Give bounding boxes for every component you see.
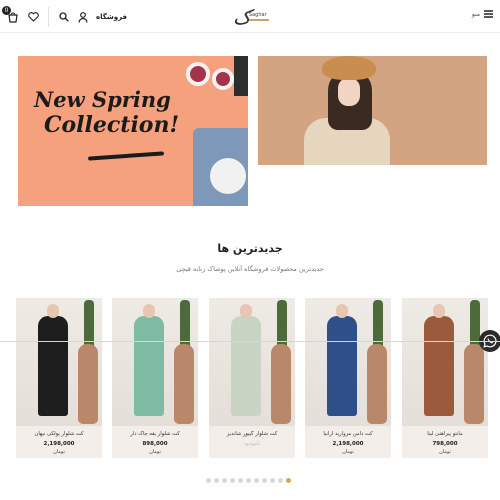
carousel-dot[interactable]	[246, 478, 251, 483]
account-button[interactable]	[77, 11, 89, 23]
model-head	[47, 304, 59, 318]
site-logo[interactable]: ک Saghar	[233, 3, 271, 31]
heart-icon	[27, 12, 39, 22]
model-figure	[424, 316, 454, 416]
product-name[interactable]: کت شلوار گیپور شاندیز	[209, 431, 295, 438]
whatsapp-guide-line	[0, 341, 500, 342]
carousel-pagination[interactable]	[206, 478, 291, 483]
product-currency: تومان	[53, 449, 65, 455]
product-card[interactable]: مانتو پیراهنی لینا 798,000 تومان	[402, 298, 488, 458]
product-card[interactable]: کت شلوار پولکی نیهان 2,198,000 تومان	[16, 298, 102, 458]
vase-decor	[367, 344, 387, 424]
product-currency: تومان	[439, 449, 451, 455]
site-header: 0 فروشگاه ک Saghar منو	[0, 0, 500, 33]
carousel-dot[interactable]	[206, 478, 211, 483]
carousel-dot[interactable]	[254, 478, 259, 483]
logo-name: Saghar	[248, 11, 267, 18]
model-head	[433, 304, 445, 318]
product-image[interactable]	[209, 298, 295, 426]
product-info: کت شلوار گیپور شاندیز ناموجود	[209, 426, 295, 458]
carousel-dot[interactable]	[214, 478, 219, 483]
header-actions: 0 فروشگاه	[2, 6, 127, 27]
menu-toggle[interactable]: منو	[472, 10, 493, 18]
banner-underline-stroke	[87, 151, 165, 161]
product-price: 798,000	[432, 441, 458, 447]
vase-decor	[174, 344, 194, 424]
banner-headline-line2: Collection!	[44, 112, 180, 138]
product-image[interactable]	[16, 298, 102, 426]
product-currency: تومان	[342, 449, 354, 455]
product-carousel[interactable]: مانتو پیراهنی لینا 798,000 تومان کت دامن…	[16, 298, 488, 468]
product-card[interactable]: کت دامن مروارید آرانیا 2,198,000 تومان	[305, 298, 391, 458]
shop-link[interactable]: فروشگاه	[96, 13, 127, 21]
carousel-dot[interactable]	[238, 478, 243, 483]
header-separator	[48, 7, 49, 27]
model-banner[interactable]	[258, 56, 487, 165]
product-name[interactable]: کت شلوار یقه چاک دار	[112, 431, 198, 438]
vase-decor	[464, 344, 484, 424]
model-head	[143, 304, 155, 318]
cart-count-badge: 0	[2, 6, 11, 15]
sunglasses-lens-left	[186, 62, 210, 86]
product-currency: تومان	[149, 449, 161, 455]
cart-button[interactable]: 0	[2, 6, 20, 24]
section-title: جدیدترین ها	[217, 242, 283, 255]
product-info: مانتو پیراهنی لینا 798,000 تومان	[402, 426, 488, 458]
model-figure	[134, 316, 164, 416]
user-icon	[78, 11, 88, 23]
product-image[interactable]	[305, 298, 391, 426]
logo-underline	[248, 19, 269, 22]
product-image[interactable]	[112, 298, 198, 426]
vase-decor	[271, 344, 291, 424]
vase-decor	[78, 344, 98, 424]
product-name[interactable]: کت شلوار پولکی نیهان	[16, 431, 102, 438]
carousel-dot[interactable]	[230, 478, 235, 483]
spring-collection-banner[interactable]: New Spring Collection!	[18, 56, 248, 206]
model-face	[338, 78, 360, 106]
model-head	[240, 304, 252, 318]
product-image[interactable]	[402, 298, 488, 426]
model-figure	[327, 316, 357, 416]
wishlist-button[interactable]	[27, 11, 39, 23]
banner-headline-line1: New Spring	[34, 87, 171, 112]
search-icon	[59, 12, 69, 22]
banner-hat-image	[210, 158, 246, 194]
carousel-dot[interactable]	[270, 478, 275, 483]
hamburger-menu-icon	[484, 10, 493, 18]
product-price: 898,000	[142, 441, 168, 447]
product-card[interactable]: کت شلوار یقه چاک دار 898,000 تومان	[112, 298, 198, 458]
product-price: 2,198,000	[332, 441, 364, 447]
model-head	[336, 304, 348, 318]
product-price: 2,198,000	[43, 441, 75, 447]
model-figure	[38, 316, 68, 416]
product-info: کت شلوار پولکی نیهان 2,198,000 تومان	[16, 426, 102, 458]
model-hat	[322, 56, 376, 80]
product-info: کت دامن مروارید آرانیا 2,198,000 تومان	[305, 426, 391, 458]
banner-decor-strip	[234, 56, 248, 96]
menu-label: منو	[471, 10, 480, 18]
product-card[interactable]: کت شلوار گیپور شاندیز ناموجود	[209, 298, 295, 458]
model-figure	[231, 316, 261, 416]
carousel-dot[interactable]	[222, 478, 227, 483]
product-info: کت شلوار یقه چاک دار 898,000 تومان	[112, 426, 198, 458]
product-name[interactable]: مانتو پیراهنی لینا	[402, 431, 488, 438]
product-stock-status: ناموجود	[243, 441, 261, 447]
carousel-dot[interactable]	[262, 478, 267, 483]
carousel-dot[interactable]	[286, 478, 291, 483]
banner-headline: New Spring Collection!	[34, 87, 194, 139]
product-name[interactable]: کت دامن مروارید آرانیا	[305, 431, 391, 438]
search-button[interactable]	[58, 11, 70, 23]
logo-text: Saghar	[248, 11, 269, 22]
carousel-dot[interactable]	[278, 478, 283, 483]
section-subtitle: جدیدترین محصولات فروشگاه آنلاین پوشاک زن…	[176, 265, 324, 273]
sunglasses-lens-right	[212, 68, 234, 90]
